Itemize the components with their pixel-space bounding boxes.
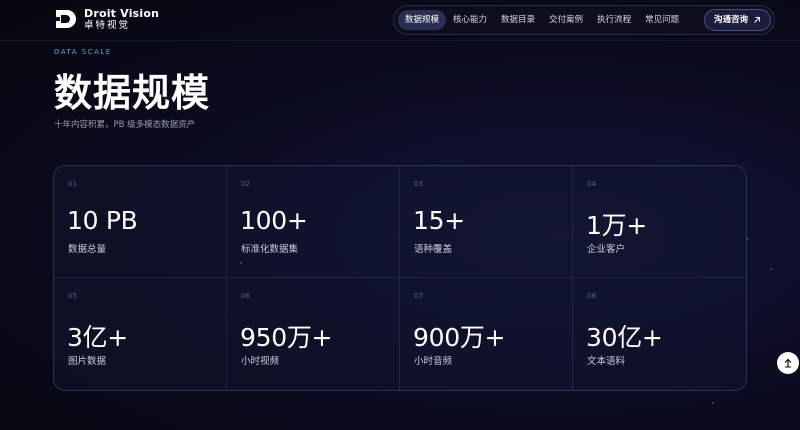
arrow-up-right-icon — [754, 17, 760, 23]
stat-label: 图片数据 — [68, 356, 107, 367]
contact-button-label: 沟通咨询 — [713, 15, 748, 25]
stat-index: 02 — [241, 180, 250, 188]
stat-value: 10 PB — [67, 206, 138, 235]
brand-logo-icon — [56, 10, 76, 29]
stat-label: 语种覆盖 — [414, 244, 453, 255]
scroll-top-button[interactable] — [777, 352, 799, 374]
stat-card: 08 30亿+ 文本语料 — [573, 278, 746, 390]
nav-item-process[interactable]: 执行流程 — [590, 10, 638, 30]
stat-label: 小时音频 — [414, 356, 453, 367]
stat-index: 04 — [587, 180, 596, 188]
stat-value: 3亿+ — [67, 323, 128, 352]
stat-label: 数据总量 — [68, 244, 107, 255]
decorative-dot — [746, 238, 748, 240]
stat-card: 01 10 PB 数据总量 — [54, 166, 227, 278]
stat-label: 文本语料 — [587, 356, 626, 367]
stat-card: 05 3亿+ 图片数据 — [54, 278, 227, 390]
stat-label: 标准化数据集 — [241, 244, 299, 255]
stat-card: 07 900万+ 小时音频 — [400, 278, 573, 390]
decorative-dot — [712, 402, 714, 404]
stat-value: 15+ — [413, 206, 465, 235]
section-eyebrow: DATA SCALE — [54, 48, 112, 56]
decorative-dot — [770, 268, 772, 270]
stat-value: 1万+ — [586, 211, 647, 240]
stat-index: 05 — [68, 292, 77, 300]
stat-index: 01 — [68, 180, 77, 188]
stat-value: 30亿+ — [586, 323, 663, 352]
main-nav: 数据规模 核心能力 数据目录 交付案例 执行流程 常见问题 沟通咨询 — [393, 5, 775, 35]
stat-index: 08 — [587, 292, 596, 300]
arrow-up-icon — [784, 358, 792, 368]
stat-label: 企业客户 — [587, 244, 626, 255]
stat-card: 02 100+ 标准化数据集 — [227, 166, 400, 278]
brand-name-cn: 卓特视觉 — [84, 20, 131, 31]
decorative-dot — [240, 262, 242, 264]
stat-index: 07 — [414, 292, 423, 300]
brand-name-en: Droit Vision — [84, 7, 160, 20]
page-title: 数据规模 — [54, 71, 211, 115]
stat-index: 06 — [241, 292, 250, 300]
page-subtitle: 十年内容积累，PB 级多模态数据资产 — [54, 120, 196, 130]
top-navbar: Droit Vision 卓特视觉 数据规模 核心能力 数据目录 交付案例 执行… — [0, 0, 800, 41]
nav-item-data-scale[interactable]: 数据规模 — [398, 10, 447, 30]
stat-label: 小时视频 — [241, 356, 280, 367]
stat-value: 900万+ — [413, 323, 506, 352]
stat-index: 03 — [414, 180, 423, 188]
stat-value: 950万+ — [240, 323, 333, 352]
contact-button[interactable]: 沟通咨询 — [703, 9, 771, 31]
nav-item-core-capability[interactable]: 核心能力 — [446, 10, 494, 30]
stat-card: 06 950万+ 小时视频 — [227, 278, 400, 390]
nav-item-delivery-cases[interactable]: 交付案例 — [542, 10, 590, 30]
nav-item-data-catalog[interactable]: 数据目录 — [494, 10, 542, 30]
stats-grid: 01 10 PB 数据总量 02 100+ 标准化数据集 03 15+ 语种覆盖… — [53, 165, 747, 391]
nav-item-faq[interactable]: 常见问题 — [638, 10, 686, 30]
stat-value: 100+ — [240, 206, 308, 235]
brand-logo[interactable]: Droit Vision 卓特视觉 — [54, 8, 159, 31]
stat-card: 03 15+ 语种覆盖 — [400, 166, 573, 278]
stat-card: 04 1万+ 企业客户 — [573, 166, 746, 278]
